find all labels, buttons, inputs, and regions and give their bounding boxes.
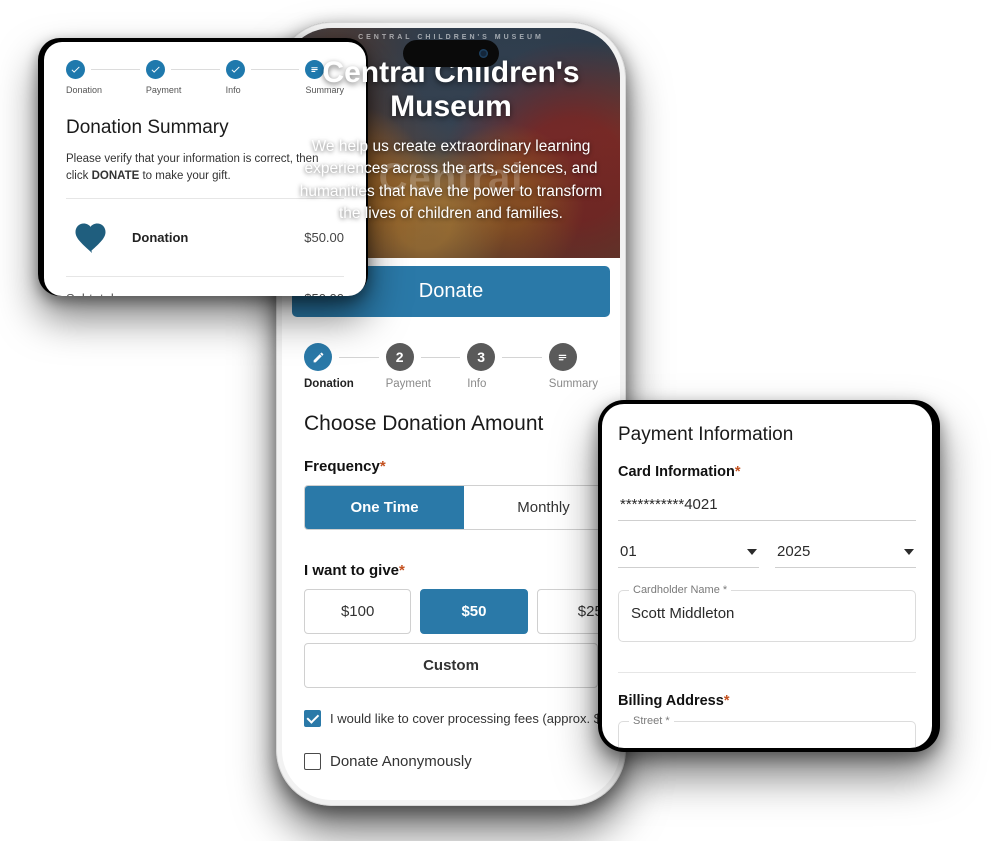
chevron-down-icon [747, 548, 757, 555]
phone-screen: CENTRAL CHILDREN'S MUSEUM Central Centra… [282, 28, 620, 800]
card-information-label-text: Card Information [618, 464, 735, 480]
frequency-label: Frequency* [304, 458, 598, 475]
summary-line-item-amount: $50.00 [304, 230, 344, 246]
give-label: I want to give* [304, 562, 598, 579]
required-star: * [399, 562, 405, 579]
phone-mockup: CENTRAL CHILDREN'S MUSEUM Central Centra… [276, 22, 626, 806]
cover-fees-row[interactable]: I would like to cover processing fees (a… [304, 710, 613, 727]
billing-address-label: Billing Address* [618, 693, 916, 709]
chevron-down-icon [904, 548, 914, 555]
required-star: * [723, 693, 730, 709]
phone-stepper: Donation 2 Payment 3 Info Summary [282, 317, 620, 390]
check-icon [66, 60, 85, 79]
step-connector [502, 356, 542, 358]
frequency-option-monthly[interactable]: Monthly [464, 486, 620, 529]
instructions-emphasis: DONATE [91, 169, 140, 182]
amount-options: $100 $50 $25 [304, 589, 620, 634]
step-label-donation: Donation [304, 378, 354, 390]
screenshot-stage: CENTRAL CHILDREN'S MUSEUM Central Centra… [0, 0, 1000, 841]
billing-address-label-text: Billing Address [618, 693, 724, 709]
step-label-summary: Summary [548, 378, 598, 390]
anonymous-checkbox[interactable] [304, 753, 321, 770]
dynamic-island [403, 40, 499, 67]
summary-subtotal-row: Subtotal $50.00 [66, 277, 344, 296]
street-field[interactable]: Street * [618, 715, 916, 748]
amount-option-50[interactable]: $50 [420, 589, 528, 634]
payment-heading: Payment Information [618, 424, 794, 445]
step-number-icon: 2 [385, 343, 414, 371]
step-donation[interactable]: Donation [304, 343, 386, 390]
summary-step-label-donation: Donation [66, 85, 103, 95]
cardholder-name-field[interactable]: Cardholder Name * Scott Middleton [618, 584, 916, 642]
check-icon [145, 60, 165, 79]
cardholder-name-value: Scott Middleton [631, 605, 735, 622]
frequency-toggle: One Time Monthly [304, 485, 620, 530]
give-label-text: I want to give [304, 562, 400, 579]
step-connector [339, 356, 379, 358]
heart-icon [75, 223, 106, 254]
subtotal-amount: $50.00 [304, 291, 344, 296]
expiry-year-value: 2025 [777, 543, 811, 560]
step-connector [420, 356, 461, 358]
cardholder-name-legend: Cardholder Name * [629, 584, 732, 596]
step-label-info: Info [467, 378, 487, 390]
required-star: * [379, 458, 386, 475]
front-camera-icon [479, 49, 488, 58]
check-icon [225, 60, 245, 79]
divider [618, 672, 916, 673]
summary-line-item-name: Donation [132, 230, 189, 246]
frequency-label-text: Frequency [304, 458, 380, 475]
step-connector [91, 69, 140, 70]
amount-option-custom[interactable]: Custom [304, 643, 598, 688]
step-number-icon: 3 [467, 343, 496, 371]
instructions-post: to make your gift. [139, 169, 231, 182]
card-number-input[interactable]: ***********4021 [618, 488, 916, 521]
expiry-month-select[interactable]: 01 [618, 535, 759, 568]
card-information-label: Card Information* [618, 464, 916, 480]
frequency-option-one-time[interactable]: One Time [305, 486, 464, 529]
card-number-value: ***********4021 [620, 496, 718, 513]
list-icon [548, 343, 577, 371]
payment-information-card: Payment Information Card Information* **… [602, 404, 932, 748]
cover-fees-checkbox[interactable] [304, 710, 321, 727]
expiry-year-select[interactable]: 2025 [775, 535, 916, 568]
hero-subtitle: We help us create extraordinary learning… [299, 137, 603, 223]
anonymous-label: Donate Anonymously [330, 753, 472, 770]
step-payment[interactable]: 2 Payment [385, 343, 468, 390]
anonymous-row[interactable]: Donate Anonymously [304, 753, 598, 770]
summary-step-donation[interactable]: Donation [66, 60, 146, 95]
step-summary[interactable]: Summary [548, 343, 598, 390]
step-info[interactable]: 3 Info [467, 343, 549, 390]
street-legend: Street * [629, 715, 674, 727]
summary-step-payment[interactable]: Payment [145, 60, 226, 95]
amount-option-100[interactable]: $100 [304, 589, 412, 634]
expiry-row: 01 2025 [618, 535, 916, 568]
cover-fees-label: I would like to cover processing fees (a… [330, 711, 613, 726]
donation-form: Choose Donation Amount Frequency* One Ti… [282, 390, 620, 770]
expiry-month-value: 01 [620, 543, 637, 560]
step-label-payment: Payment [385, 378, 431, 390]
form-heading: Choose Donation Amount [304, 412, 544, 435]
subtotal-label: Subtotal [66, 291, 114, 296]
pencil-icon [304, 343, 332, 371]
required-star: * [734, 464, 741, 480]
summary-step-label-payment: Payment [145, 85, 182, 95]
step-connector [170, 69, 220, 70]
